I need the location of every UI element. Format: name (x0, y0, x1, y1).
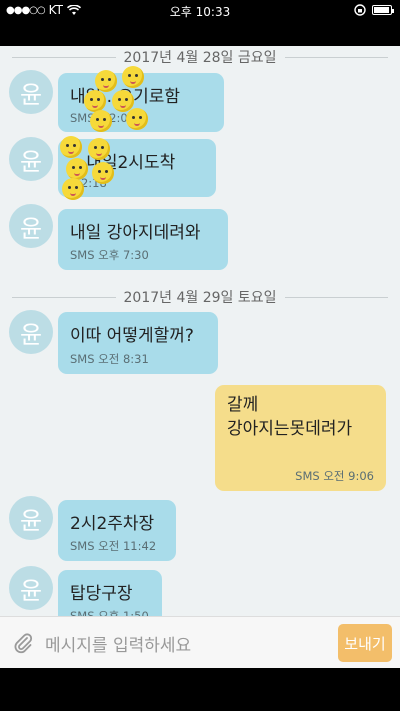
message-bubble[interactable]: 내일 강아지데려와 SMS 오후 7:30 (58, 209, 228, 270)
message-text: 탑당구장 (70, 584, 133, 604)
paperclip-icon[interactable] (12, 632, 34, 654)
emoji-sticker (126, 108, 148, 130)
message-text: 2시2주차장 (70, 514, 155, 534)
date-label: 2017년 4월 28일 금요일 (123, 50, 277, 66)
status-bar: ●●●○○ KT 오후 10:33 (0, 0, 400, 22)
message-meta: SMS 오전 8:31 (70, 352, 149, 366)
rotation-lock-icon (354, 4, 366, 16)
message-meta: SMS 오후 7:30 (70, 248, 149, 262)
message-input[interactable]: 메시지를 입력하세요 (45, 631, 191, 656)
emoji-sticker (62, 178, 84, 200)
message-thread[interactable]: 2017년 4월 28일 금요일 윤 내일...오기로함 SMS ...2:07… (0, 46, 400, 616)
message-meta: SMS 오후 1:50 (70, 609, 149, 616)
message-bubble[interactable]: 2시2주차장 SMS 오전 11:42 (58, 500, 176, 561)
bottom-bar (0, 668, 400, 711)
message-meta: SMS 오전 11:42 (70, 539, 157, 553)
emoji-sticker (95, 70, 117, 92)
message-text: 내일 강아지데려와 (70, 223, 201, 243)
avatar[interactable]: 윤 (9, 310, 53, 354)
message-meta: SMS 오전 9:06 (295, 469, 374, 483)
avatar[interactable]: 윤 (9, 496, 53, 540)
date-separator: 2017년 4월 29일 토요일 (12, 288, 389, 306)
date-label: 2017년 4월 29일 토요일 (123, 290, 277, 306)
send-button[interactable]: 보내기 (338, 624, 392, 662)
avatar[interactable]: 윤 (9, 137, 53, 181)
emoji-sticker (88, 138, 110, 160)
message-composer: 메시지를 입력하세요 보내기 (0, 616, 400, 669)
emoji-sticker (84, 90, 106, 112)
emoji-sticker (60, 136, 82, 158)
emoji-sticker (122, 66, 144, 88)
message-line: 강아지는못데려가 (227, 419, 353, 439)
message-line: 갈께 (227, 395, 259, 415)
message-text: 이따 어떻게할꺼? (70, 326, 194, 346)
message-text: 갈께 강아지는못데려가 (227, 393, 352, 441)
avatar[interactable]: 윤 (9, 204, 53, 248)
date-separator: 2017년 4월 28일 금요일 (12, 48, 389, 66)
avatar[interactable]: 윤 (9, 70, 53, 114)
avatar[interactable]: 윤 (9, 566, 53, 610)
emoji-sticker (66, 158, 88, 180)
status-time: 오후 10:33 (169, 5, 231, 19)
battery-icon (372, 5, 394, 15)
message-bubble[interactable]: 탑당구장 SMS 오후 1:50 (58, 570, 162, 616)
emoji-sticker (92, 162, 114, 184)
message-bubble-outgoing[interactable]: 갈께 강아지는못데려가 SMS 오전 9:06 (215, 385, 386, 491)
message-bubble[interactable]: 이따 어떻게할꺼? SMS 오전 8:31 (58, 312, 218, 374)
emoji-sticker (90, 110, 112, 132)
